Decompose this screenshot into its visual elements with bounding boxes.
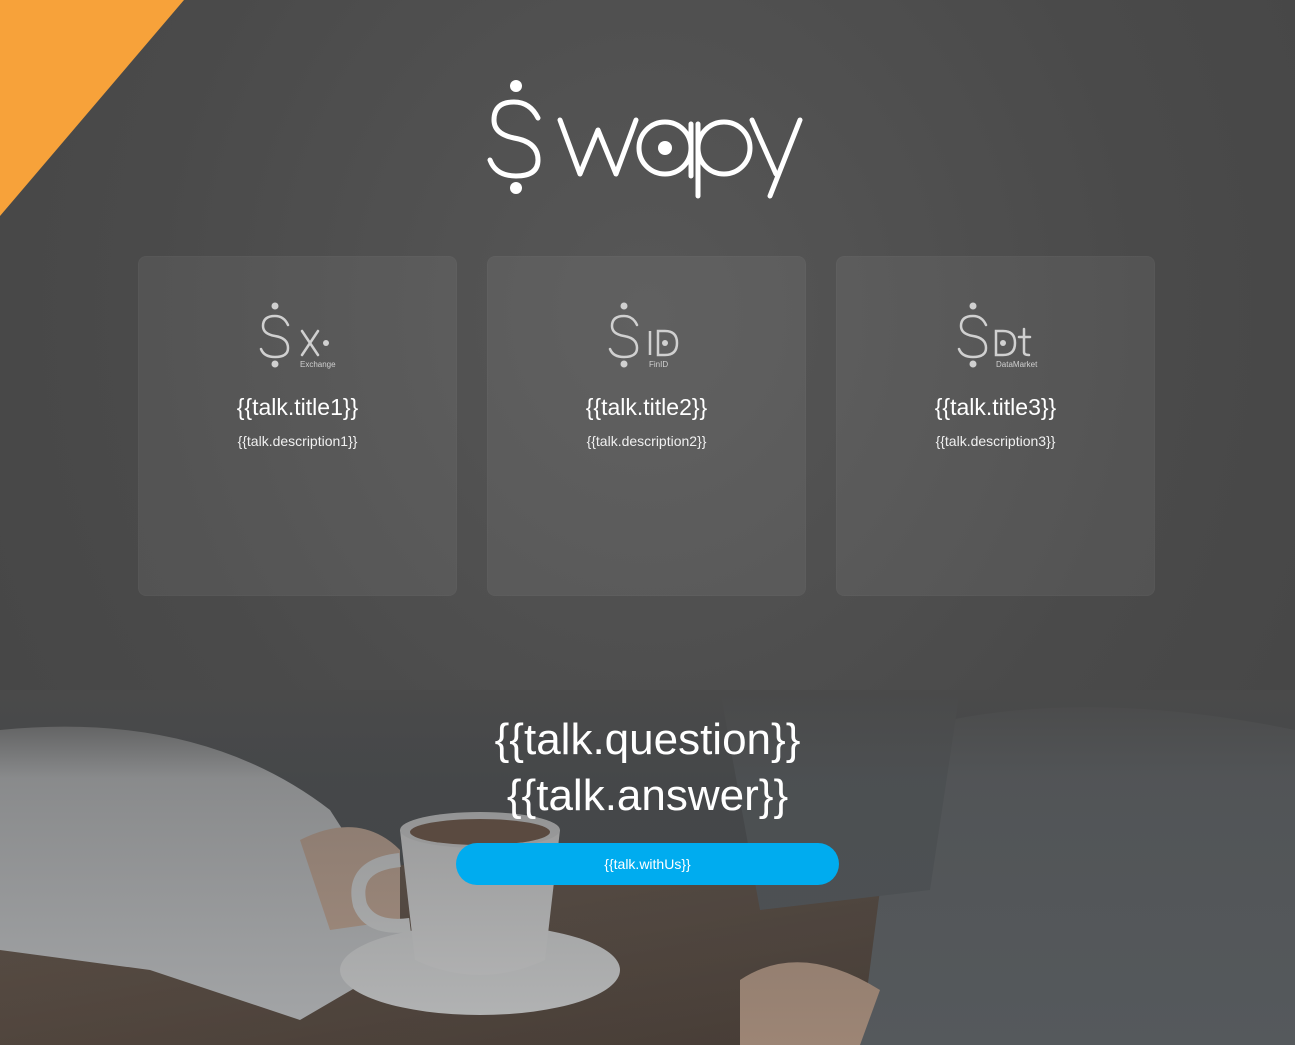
swapy-logo	[480, 72, 810, 207]
exchange-logo-icon: Exchange	[259, 302, 336, 369]
card-title: {{talk.title2}}	[585, 394, 708, 420]
card-description: {{talk.description1}}	[237, 433, 358, 449]
corner-accent	[0, 0, 184, 216]
card-title: {{talk.title3}}	[934, 394, 1057, 420]
card-logo-caption: DataMarket	[996, 360, 1038, 369]
with-us-button[interactable]: {{talk.withUs}}	[456, 843, 839, 885]
product-cards: Exchange {{talk.title1}} {{talk.descript…	[138, 256, 1157, 596]
card-description: {{talk.description3}}	[935, 433, 1056, 449]
cta-question: {{talk.question}}	[494, 715, 801, 764]
card-description: {{talk.description2}}	[586, 433, 707, 449]
card-finid: FinID {{talk.title2}} {{talk.description…	[487, 256, 806, 596]
cta-answer: {{talk.answer}}	[506, 771, 789, 820]
card-title: {{talk.title1}}	[236, 394, 359, 420]
card-exchange: Exchange {{talk.title1}} {{talk.descript…	[138, 256, 457, 596]
card-logo-caption: Exchange	[300, 360, 336, 369]
card-logo-caption: FinID	[649, 360, 668, 369]
datamarket-logo-icon: DataMarket	[957, 302, 1038, 369]
card-datamarket: DataMarket {{talk.title3}} {{talk.descri…	[836, 256, 1155, 596]
finid-logo-icon: FinID	[608, 302, 679, 369]
